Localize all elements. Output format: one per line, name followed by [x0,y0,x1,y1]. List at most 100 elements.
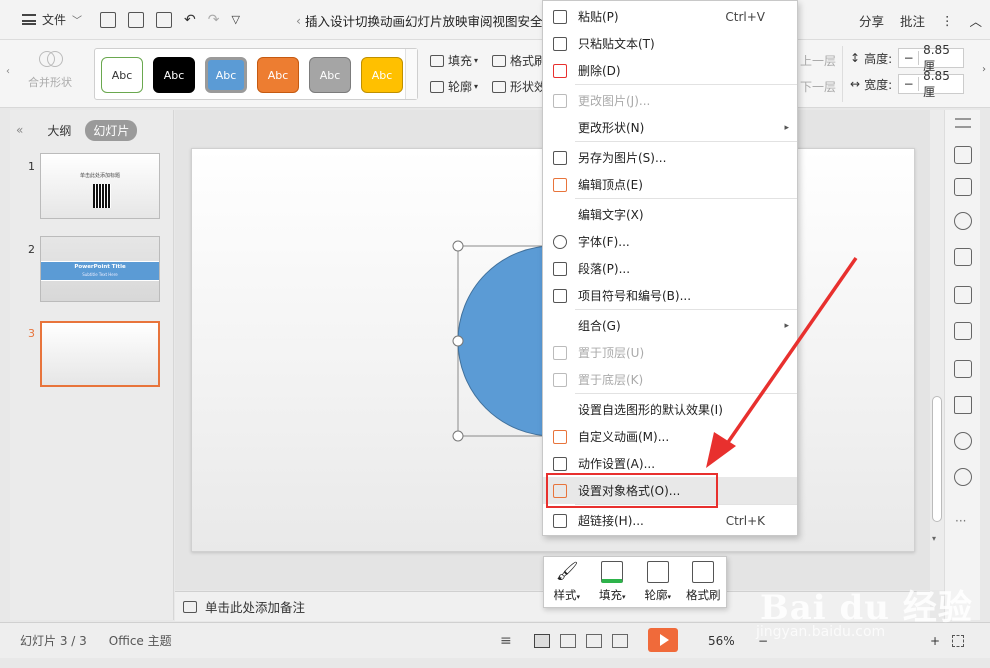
context-menu-item[interactable]: 段落(P)... [543,255,797,282]
context-menu-item[interactable]: 字体(F)... [543,228,797,255]
settings-pane-icon[interactable] [954,286,972,304]
shape-pane-icon[interactable] [954,212,972,230]
width-value[interactable]: 8.85厘 [919,69,963,100]
context-menu-item[interactable]: 删除(D) [543,57,797,84]
fill-button[interactable]: 填充 ▾ [430,52,478,69]
gallery-scroll[interactable] [405,49,417,99]
context-menu-item[interactable]: 更改形状(N) ▸ [543,114,797,141]
print-icon[interactable] [156,11,173,28]
context-menu-item[interactable]: 更改图片(J)... [543,87,797,114]
context-menu-item[interactable]: 编辑顶点(E) [543,171,797,198]
shape-style-gallery[interactable]: Abc Abc Abc Abc Abc Abc [94,48,418,100]
send-backward-button[interactable]: 下一层 [800,78,836,95]
image-pane-icon[interactable] [954,360,972,378]
shield-icon[interactable] [954,432,972,450]
more-options-icon[interactable]: ⋮ [941,13,954,28]
tab-slides[interactable]: 幻灯片 [85,119,138,141]
paste-text-icon [553,36,567,51]
merge-shape-button[interactable]: 合并形状 [20,48,80,90]
collapse-panel-icon[interactable]: « [16,123,23,137]
mini-outline-label: 轮廓 [644,588,668,602]
redo-icon[interactable]: ↷ [208,12,220,28]
share-button[interactable]: 分享 [859,11,884,30]
width-decrement-button[interactable]: − [899,77,920,91]
sidebar-menu-icon[interactable] [955,118,971,128]
resize-handle[interactable] [452,430,464,442]
scroll-down-icon[interactable]: ▾ [932,534,936,543]
swatch-label: Abc [319,68,341,82]
context-menu-item[interactable]: 设置自选图形的默认效果(I) [543,396,797,423]
style-swatch[interactable]: Abc [153,57,195,93]
presenter-view-icon[interactable] [612,633,628,648]
scrollbar-thumb[interactable] [932,396,942,522]
context-menu-item[interactable]: 置于底层(K) [543,366,797,393]
archive-pane-icon[interactable] [954,322,972,340]
context-menu-item[interactable]: 只粘贴文本(T) [543,30,797,57]
style-swatch-selected[interactable]: Abc [205,57,247,93]
slide-thumbnail-1[interactable]: 单击此处添加标题 [40,153,160,219]
slide-counter: 幻灯片 3 / 3 [20,634,87,648]
more-icon[interactable]: ··· [955,514,966,528]
mini-style-button[interactable]: 🖌 样式▾ [544,557,590,607]
ribbon-scroll-left-icon[interactable]: ‹ [6,66,10,77]
resize-handle[interactable] [452,335,464,347]
style-swatch[interactable]: Abc [309,57,351,93]
reading-view-icon[interactable] [586,633,602,648]
context-menu-item[interactable]: 项目符号和编号(B)... [543,282,797,309]
ribbon: ‹ 合并形状 Abc Abc Abc Abc Abc Abc 填充 ▾ 格式刷 … [0,40,990,108]
style-swatch[interactable]: Abc [257,57,299,93]
comment-button[interactable]: 批注 [900,11,925,30]
context-menu-item[interactable]: 组合(G) ▸ [543,312,797,339]
context-menu-item[interactable]: 粘贴(P) Ctrl+V [543,3,797,30]
mini-painter-button[interactable]: 格式刷 [681,557,727,607]
menu-separator [575,393,797,394]
resize-handle[interactable] [452,240,464,252]
quick-access-more-icon[interactable]: ▽ [231,13,239,26]
help-icon[interactable] [954,468,972,486]
context-menu-item[interactable]: 自定义动画(M)... [543,423,797,450]
mini-fill-button[interactable]: 填充▾ [590,557,636,607]
outline-button[interactable]: 轮廓 ▾ [430,78,478,95]
paragraph-icon [553,261,567,276]
tab-outline[interactable]: 大纲 [47,122,71,139]
format-painter-button[interactable]: 格式刷 [492,52,546,69]
context-menu-item[interactable]: 编辑文字(X) [543,201,797,228]
save-icon[interactable] [100,11,117,28]
height-decrement-button[interactable]: − [899,51,920,65]
context-menu-item[interactable]: 置于顶层(U) [543,339,797,366]
style-swatch[interactable]: Abc [101,57,143,93]
fill-label: 填充 [448,54,473,68]
ribbon-tabs[interactable]: ‹ 插入设计切换动画幻灯片放映审阅视图安全 开 [296,0,546,40]
audio-pane-icon[interactable] [954,396,972,414]
slide-thumbnail-2[interactable]: PowerPoint Title Subtitle Text Here [40,236,160,302]
vertical-scrollbar[interactable]: ▾ [930,110,944,590]
style-swatch[interactable]: Abc [361,57,403,93]
ribbon-tab-strip[interactable]: 插入设计切换动画幻灯片放映审阅视图安全 开 [305,11,546,30]
width-input[interactable]: − 8.85厘 [898,69,965,99]
zoom-in-button[interactable]: + [930,634,940,648]
tabs-scroll-left-icon[interactable]: ‹ [296,13,301,28]
notes-toggle-icon[interactable]: ≡ [500,633,512,649]
context-menu-item[interactable]: 另存为图片(S)... [543,144,797,171]
copy-pane-icon[interactable] [954,178,972,196]
export-icon[interactable] [128,11,145,28]
mini-outline-button[interactable]: 轮廓▾ [635,557,681,607]
height-input[interactable]: − 8.85厘 [898,43,965,73]
shape-effect-button[interactable]: 形状效 [492,78,546,95]
shape-effect-pane-icon[interactable] [954,146,972,164]
context-menu-item[interactable]: 超链接(H)... Ctrl+K [543,507,797,534]
play-slideshow-button[interactable] [648,628,678,652]
bring-forward-button[interactable]: 上一层 [800,52,836,69]
fit-window-icon[interactable] [952,634,964,647]
chevron-down-icon: ▾ [474,82,479,91]
text-style-pane-icon[interactable] [954,248,972,266]
notes-placeholder[interactable]: 单击此处添加备注 [205,597,305,616]
file-menu-button[interactable]: 文件 ﹀ [0,0,86,40]
sorter-view-icon[interactable] [560,633,576,648]
slide-thumbnail-3[interactable] [40,321,160,387]
undo-icon[interactable]: ↶ [184,12,196,28]
collapse-ribbon-icon[interactable]: ︿ [969,11,982,30]
normal-view-icon[interactable] [534,633,550,648]
zoom-level[interactable]: 56% [708,634,735,648]
ribbon-scroll-right-icon[interactable]: › [982,64,986,75]
